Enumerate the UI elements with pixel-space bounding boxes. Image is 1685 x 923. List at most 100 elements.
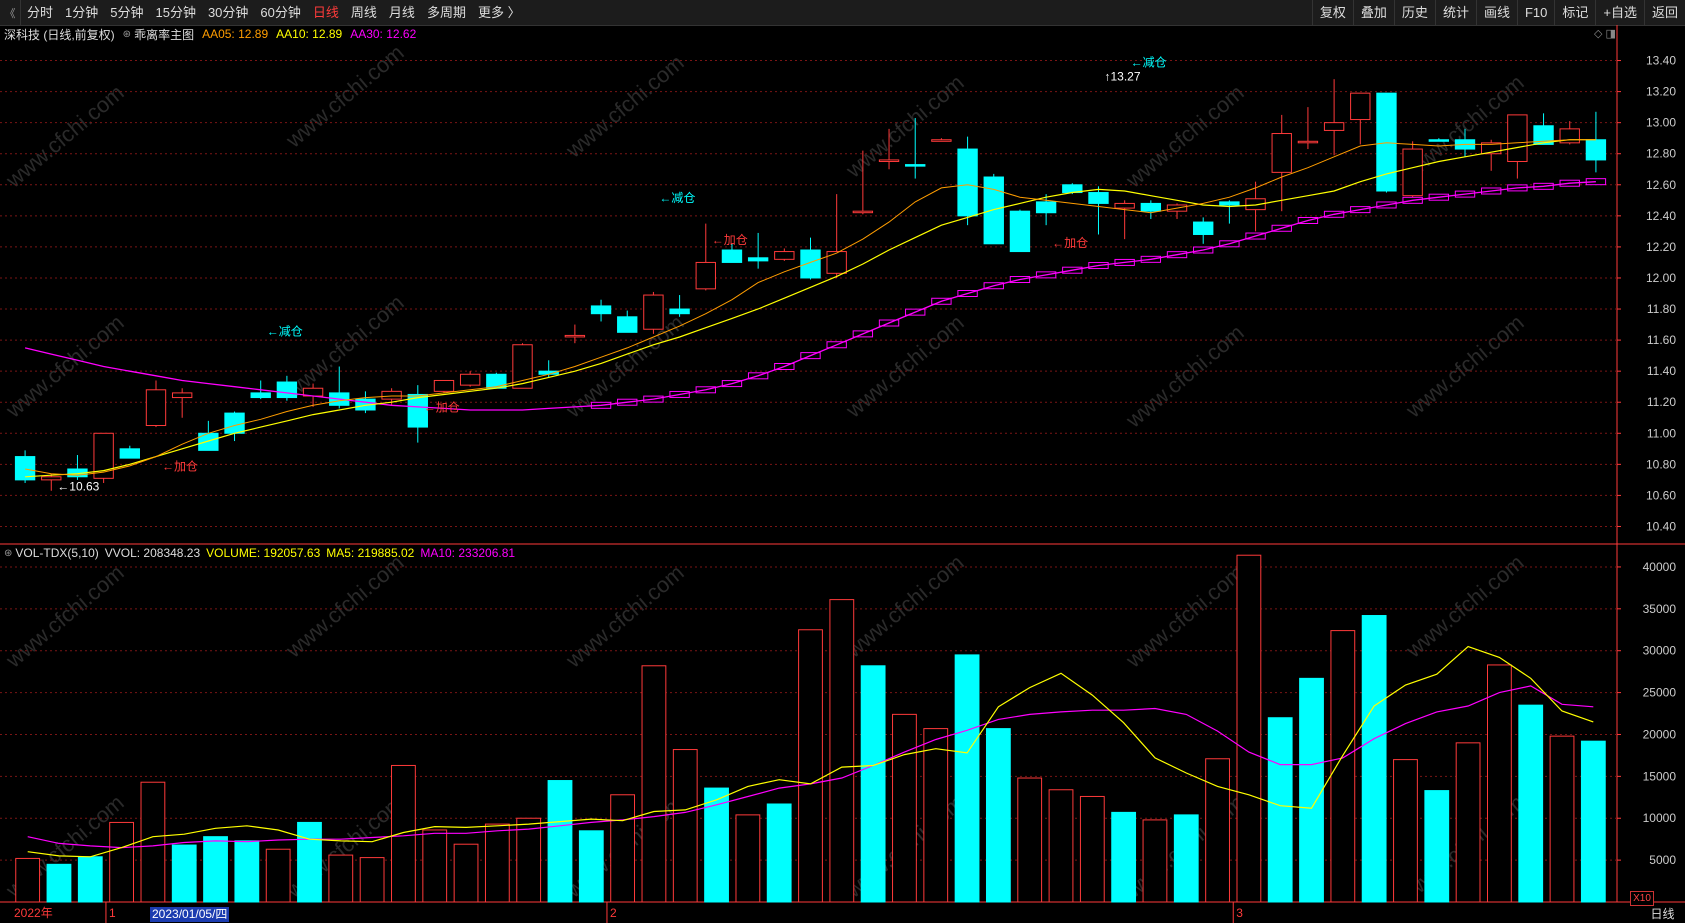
- candle: [669, 295, 690, 317]
- candle-body: [695, 261, 716, 290]
- candle: [486, 372, 507, 389]
- candle-body: [1193, 221, 1214, 235]
- watermark-text: www.cfchi.com: [1400, 310, 1528, 423]
- volume-bar: [1330, 630, 1356, 903]
- candle-body: [1585, 139, 1607, 161]
- volume-bar: [422, 829, 448, 903]
- annotation-label: ←加仓: [162, 460, 198, 474]
- volume-bar: [1111, 811, 1137, 903]
- candle: [433, 379, 455, 393]
- aa30-value: AA30: 12.62: [350, 27, 417, 41]
- volume-bar: [15, 857, 41, 903]
- annotation-label: ←加仓: [712, 233, 748, 247]
- watermark-text: www.cfchi.com: [0, 310, 128, 423]
- watermark-text: www.cfchi.com: [280, 550, 408, 663]
- candle-body: [826, 251, 847, 274]
- volume-bar: [892, 713, 917, 903]
- volume-bar: [578, 830, 604, 903]
- volume-formula-name[interactable]: VOL-TDX(5,10): [15, 546, 98, 560]
- period-tag: 日线: [1650, 907, 1675, 921]
- volume-y-tick-label: 15000: [1643, 769, 1677, 783]
- volume-bar: [641, 665, 667, 903]
- watermark-text: www.cfchi.com: [840, 550, 968, 663]
- candle: [93, 432, 114, 483]
- volume-bar: [1017, 777, 1043, 903]
- watermark-text: www.cfchi.com: [280, 290, 408, 403]
- candle: [643, 291, 664, 334]
- watermark-text: www.cfchi.com: [1120, 320, 1248, 433]
- candle: [590, 299, 612, 322]
- y-tick-label: 10.40: [1646, 519, 1676, 533]
- candle: [1219, 200, 1240, 224]
- volume-y-tick-label: 20000: [1643, 727, 1677, 741]
- volume-bar: [985, 728, 1011, 903]
- volume-bar: [359, 857, 385, 903]
- y-tick-label: 11.20: [1647, 395, 1676, 409]
- volume-bar: [1205, 758, 1230, 903]
- kline-chart[interactable]: www.cfchi.com www.cfchi.com www.cfchi.com w…: [0, 0, 1685, 923]
- candle: [14, 450, 36, 483]
- watermark-text: www.cfchi.com: [0, 80, 128, 193]
- watermark-text: www.cfchi.com: [840, 310, 968, 423]
- candle: [1009, 209, 1031, 253]
- volume-bar: [829, 599, 855, 903]
- y-tick-label: 12.60: [1646, 178, 1676, 192]
- panel-option-icons[interactable]: ◇ ◨: [1594, 27, 1616, 40]
- main-panel-header: 深科技 (日线,前复权) ⊛ 乖离率主图 AA05: 12.89 AA10: 1…: [0, 25, 424, 43]
- volume-bar: [1048, 789, 1074, 903]
- candle: [826, 194, 847, 278]
- candle-body: [119, 448, 140, 459]
- annotation-label: ←减仓: [267, 324, 303, 338]
- volume-bar: [1580, 740, 1606, 903]
- volume-bar: [109, 821, 134, 903]
- volume-bar: [1424, 790, 1450, 903]
- candle: [119, 445, 140, 459]
- x-month-label: 1: [109, 906, 116, 920]
- candle: [171, 388, 193, 418]
- candle: [1323, 79, 1345, 156]
- annotation-label: ←减仓: [659, 191, 695, 205]
- volume-y-tick-label: 35000: [1643, 602, 1677, 616]
- x-month-label: 3: [1236, 906, 1243, 920]
- volume-bar: [1361, 615, 1387, 903]
- candle-body: [171, 392, 193, 399]
- volume-bar: [516, 817, 542, 903]
- candle-body: [617, 316, 638, 333]
- candle-body: [433, 379, 455, 392]
- formula-icon[interactable]: ⊛: [123, 29, 131, 40]
- volume-bar: [735, 814, 761, 903]
- x-month-label: 2: [610, 906, 617, 920]
- volume-bar: [1299, 677, 1324, 903]
- watermark-text: www.cfchi.com: [0, 560, 128, 673]
- y-tick-label: 12.00: [1646, 271, 1676, 285]
- volume-bar: [140, 781, 166, 903]
- volume-bar: [328, 854, 354, 903]
- volume-y-tick-label: 30000: [1643, 644, 1677, 658]
- y-tick-label: 11.60: [1647, 333, 1676, 347]
- volume-ma5-value: MA5: 219885.02: [326, 546, 415, 560]
- candle: [1166, 203, 1188, 219]
- volume-y-tick-label: 40000: [1643, 560, 1677, 574]
- candle-body: [250, 392, 271, 399]
- y-tick-label: 10.60: [1646, 488, 1676, 502]
- candle: [931, 138, 952, 142]
- cursor-date-label: 2023/01/05/四: [150, 907, 230, 922]
- candle-body: [721, 249, 743, 263]
- candle-body: [931, 139, 952, 142]
- volume-formula-icon[interactable]: ⊛: [4, 548, 12, 559]
- candle-body: [905, 164, 926, 167]
- candle-body: [669, 308, 690, 315]
- stock-title[interactable]: 深科技 (日线,前复权): [4, 26, 115, 43]
- candle: [957, 136, 978, 226]
- volume-bar: [610, 794, 636, 903]
- candle: [747, 232, 769, 269]
- formula-name[interactable]: 乖离率主图: [134, 26, 194, 43]
- candle: [617, 310, 638, 333]
- aa05-line: [25, 139, 1596, 476]
- volume-bar: [1518, 704, 1544, 903]
- watermark-text: www.cfchi.com: [1400, 550, 1528, 663]
- volume-bar: [265, 848, 291, 903]
- volume-bar: [297, 821, 322, 903]
- annotation-label: ←减仓: [1131, 56, 1167, 70]
- candle-body: [1402, 148, 1423, 197]
